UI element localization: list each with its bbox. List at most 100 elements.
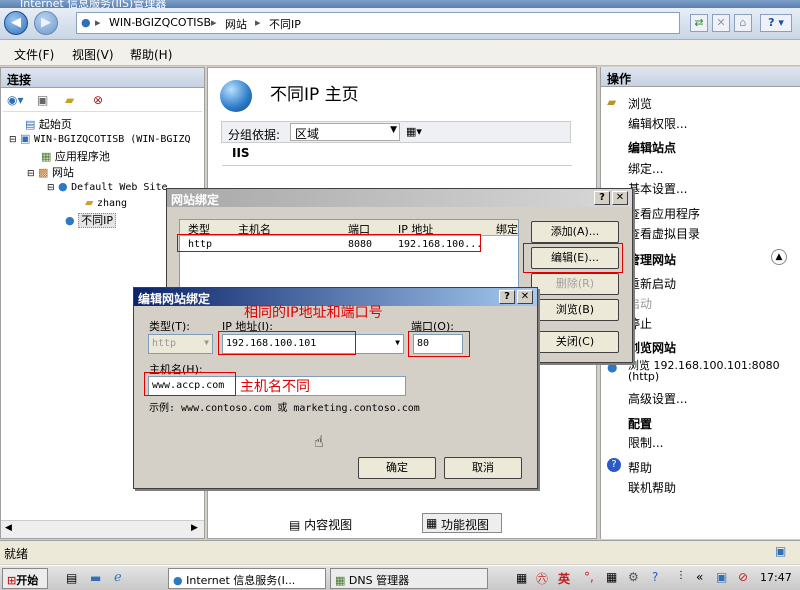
dialog-help-icon[interactable]: ? <box>499 290 515 304</box>
quicklaunch-desktop-icon[interactable]: ▬ <box>90 571 101 585</box>
ime-options-icon[interactable]: ⋮ <box>676 570 686 581</box>
ime-punct-icon[interactable]: °, <box>584 570 594 584</box>
collapse-icon[interactable]: ⊟ <box>9 135 17 145</box>
menu-bar: 文件(F) 视图(V) 帮助(H) <box>0 40 800 66</box>
example-text: 示例: www.contoso.com 或 marketing.contoso.… <box>149 403 420 414</box>
ok-button[interactable]: 确定 <box>358 457 436 479</box>
action-browse-protocol: (http) <box>628 370 660 383</box>
dialog-close-icon[interactable]: ✕ <box>612 191 628 205</box>
actions-header: 操作 <box>601 67 800 87</box>
dialog-help-icon[interactable]: ? <box>594 191 610 205</box>
tree-item-default-site[interactable]: ⊟ ● Default Web Site <box>47 180 167 193</box>
tab-content-view[interactable]: ▤ 内容视图 <box>289 516 352 533</box>
content-icon: ▤ <box>289 518 301 532</box>
task-dns-manager[interactable]: ▦ DNS 管理器 <box>330 568 488 589</box>
server-icon: ▣ <box>20 132 31 145</box>
keyboard-icon[interactable]: ▦ <box>516 571 527 585</box>
col-bindings[interactable]: 绑定 <box>496 221 518 237</box>
network-tray-icon[interactable]: ▣ <box>716 570 727 584</box>
tree-item-start-page[interactable]: ▤ 起始页 <box>25 116 72 132</box>
network-status-icon: ▣ <box>775 544 787 558</box>
remove-binding-button[interactable]: 删除(R) <box>531 273 619 295</box>
save-icon[interactable]: ▣ <box>37 93 48 107</box>
group-by-select[interactable]: 区域 ▼ <box>290 123 400 141</box>
action-online-help[interactable]: 联机帮助 <box>628 479 676 496</box>
cancel-button[interactable]: 取消 <box>444 457 522 479</box>
tray-expand-icon[interactable]: « <box>696 570 703 584</box>
horizontal-scrollbar[interactable]: ◀ ▶ <box>1 520 204 538</box>
tree-item-server[interactable]: ⊟ ▣ WIN-BGIZQCOTISB (WIN-BGIZQ <box>9 132 191 145</box>
scroll-left-icon[interactable]: ◀ <box>5 523 12 533</box>
dialog-close-icon[interactable]: ✕ <box>517 290 533 304</box>
features-icon: ▦ <box>426 516 438 530</box>
task-iis-manager[interactable]: ● Internet 信息服务(I... <box>168 568 326 589</box>
collapse-icon[interactable]: ⊟ <box>27 169 35 179</box>
type-label: 类型(T): <box>149 320 191 333</box>
tree-item-diff-ip[interactable]: ● 不同IP <box>65 212 116 228</box>
ime-help-icon[interactable]: ? <box>652 570 658 584</box>
tree-item-sites[interactable]: ⊟ ▩ 网站 <box>27 164 74 180</box>
refresh-icon[interactable]: ⇄ <box>690 14 708 32</box>
folder-up-icon[interactable]: ▰ <box>65 93 74 107</box>
tree-item-zhang[interactable]: ▰ zhang <box>85 196 127 209</box>
type-select[interactable]: http ▼ <box>148 334 213 354</box>
page-title: 不同IP 主页 <box>270 85 359 105</box>
action-limits[interactable]: 限制... <box>628 434 663 451</box>
highlight-edit-button <box>523 243 623 273</box>
view-mode-icon[interactable]: ▦▾ <box>406 125 422 138</box>
action-view-virtual-dirs[interactable]: 查看虚拟目录 <box>628 225 700 242</box>
browse-icon: ▰ <box>607 95 617 109</box>
connections-toolbar: ◉▾ ▣ ▰ ⊗ <box>3 90 202 112</box>
action-bindings[interactable]: 绑定... <box>628 160 663 177</box>
close-bindings-button[interactable]: 关闭(C) <box>531 331 619 353</box>
menu-view[interactable]: 视图(V) <box>72 46 114 63</box>
section-divider <box>222 165 572 166</box>
connect-icon[interactable]: ◉▾ <box>7 93 24 107</box>
status-bar: 就绪 ▣ <box>0 540 800 564</box>
disconnect-icon[interactable]: ⊗ <box>93 93 103 107</box>
forward-arrow-icon[interactable]: ▶ <box>34 11 58 35</box>
ime-softkbd-icon[interactable]: ▦ <box>606 570 617 584</box>
mouse-cursor-icon: ☝ <box>314 432 324 451</box>
scroll-right-icon[interactable]: ▶ <box>191 523 198 533</box>
sites-icon: ▩ <box>38 166 49 179</box>
action-view-applications[interactable]: 查看应用程序 <box>628 205 700 222</box>
tree-item-app-pools[interactable]: ▦ 应用程序池 <box>41 148 110 164</box>
menu-help[interactable]: 帮助(H) <box>130 46 172 63</box>
action-edit-permissions[interactable]: 编辑权限... <box>628 115 687 132</box>
breadcrumb-sites[interactable]: 网站 <box>225 16 247 32</box>
clock: 17:47 <box>760 571 792 584</box>
menu-file[interactable]: 文件(F) <box>14 46 54 63</box>
breadcrumb-site[interactable]: 不同IP <box>269 16 301 32</box>
site-bindings-titlebar: 网站绑定 ? ✕ <box>167 189 632 207</box>
dns-icon: ▦ <box>335 574 346 587</box>
edit-binding-dialog: 编辑网站绑定 ? ✕ 类型(T): http ▼ IP 地址(I): 192.16… <box>133 287 538 489</box>
browse-binding-button[interactable]: 浏览(B) <box>531 299 619 321</box>
start-button[interactable]: ⊞开始 <box>2 568 48 589</box>
quicklaunch-server-icon[interactable]: ▤ <box>66 571 77 585</box>
back-arrow-icon[interactable]: ◀ <box>4 11 28 35</box>
breadcrumb-server[interactable]: WIN-BGIZQCOTISB <box>109 16 211 29</box>
iis-section-label: IIS <box>232 146 250 160</box>
folder-icon: ▰ <box>85 196 94 209</box>
tab-features-view[interactable]: ▦ 功能视图 <box>422 513 502 533</box>
action-advanced-settings[interactable]: 高级设置... <box>628 390 687 407</box>
home-icon[interactable]: ⌂ <box>734 14 752 32</box>
ime-logo-icon[interactable]: ㊅ <box>536 570 548 587</box>
action-help[interactable]: 帮助 <box>628 459 652 476</box>
ime-tool-icon[interactable]: ⚙ <box>628 570 639 584</box>
volume-muted-icon[interactable]: ⊘ <box>738 570 748 584</box>
ime-lang[interactable]: 英 <box>558 570 570 587</box>
action-restart[interactable]: 重新启动 <box>628 275 676 292</box>
quicklaunch-ie-icon[interactable]: ℯ <box>114 570 122 585</box>
section-edit-site: 编辑站点 <box>628 141 677 155</box>
app-pool-icon: ▦ <box>41 150 52 163</box>
help-icon[interactable]: ? ▾ <box>760 14 792 32</box>
collapse-icon[interactable]: ⊟ <box>47 183 55 193</box>
action-browse[interactable]: 浏览 <box>628 95 652 112</box>
address-bar[interactable]: ● ▸ WIN-BGIZQCOTISB ▸ 网站 ▸ 不同IP <box>76 12 680 34</box>
action-basic-settings[interactable]: 基本设置... <box>628 180 687 197</box>
add-binding-button[interactable]: 添加(A)... <box>531 221 619 243</box>
stop-icon[interactable]: ✕ <box>712 14 730 32</box>
collapse-up-icon[interactable]: ▲ <box>771 249 787 265</box>
